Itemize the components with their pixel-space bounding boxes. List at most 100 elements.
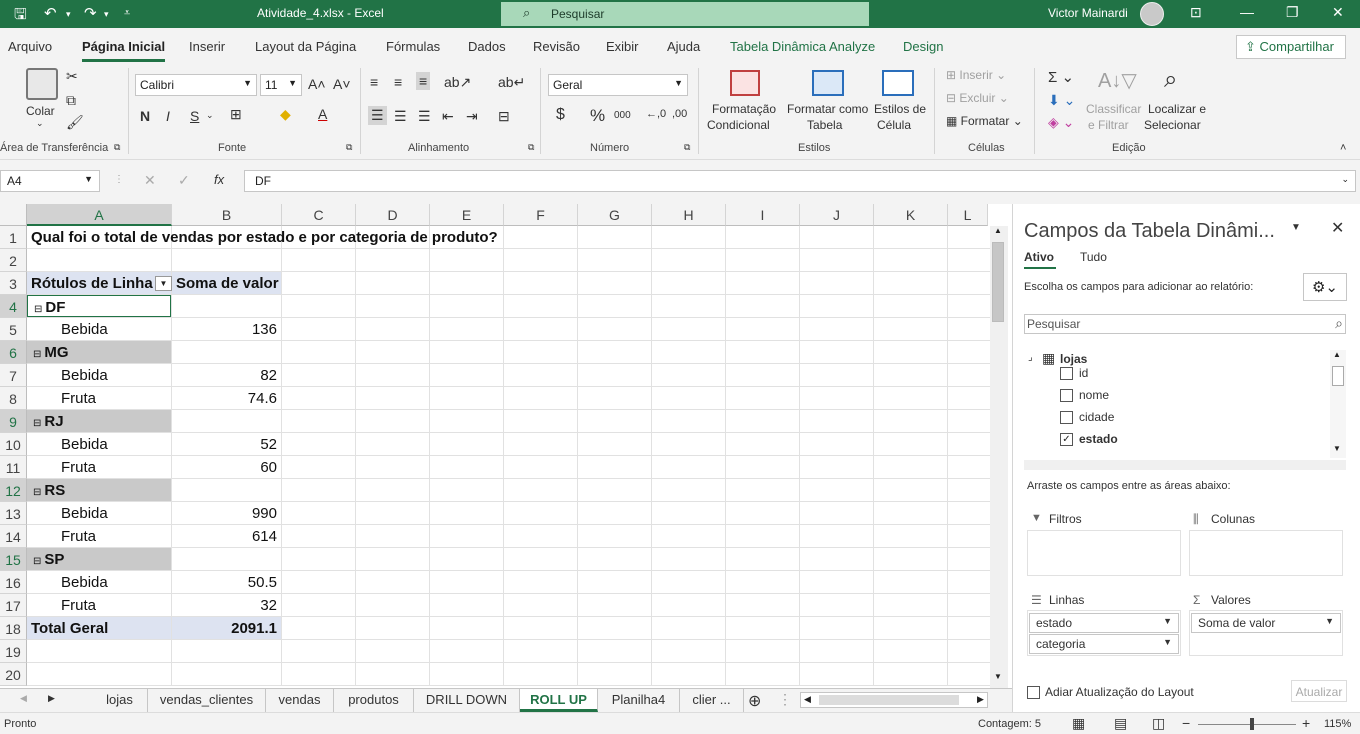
conditional-format-label-1[interactable]: Formatação	[712, 102, 776, 116]
row-header-17[interactable]: 17	[0, 594, 27, 617]
row-header-18[interactable]: 18	[0, 617, 27, 640]
name-box[interactable]: A4 ▼	[0, 170, 100, 192]
row-header-8[interactable]: 8	[0, 387, 27, 410]
underline-button[interactable]: S	[190, 108, 199, 124]
collapse-icon[interactable]: ⊟	[33, 556, 41, 567]
restore-icon[interactable]: ❐	[1286, 4, 1299, 21]
add-sheet-icon[interactable]: ⊕	[748, 691, 761, 711]
close-pane-icon[interactable]: ✕	[1331, 218, 1344, 238]
zoom-level[interactable]: 115%	[1324, 718, 1351, 730]
sheet-tab[interactable]: vendas_clientes	[148, 689, 266, 712]
tab-scroll-right-icon[interactable]: ▶	[48, 693, 55, 704]
field-name[interactable]: cidade	[1079, 410, 1114, 424]
font-launcher-icon[interactable]: ⧉	[346, 142, 352, 153]
tab-tudo[interactable]: Tudo	[1080, 250, 1107, 264]
rows-field-estado[interactable]: estado ▼	[1029, 613, 1179, 633]
borders-icon[interactable]: ⊞	[230, 106, 242, 123]
align-left-icon[interactable]: ☰	[368, 106, 387, 125]
vertical-scrollbar[interactable]: ▲ ▼	[990, 226, 1008, 688]
page-layout-icon[interactable]: ▤	[1114, 715, 1127, 732]
align-bottom-icon[interactable]: ≡	[416, 72, 431, 90]
column-header-L[interactable]: L	[948, 204, 988, 226]
font-size-select[interactable]: 11 ▼	[260, 74, 302, 96]
orientation-icon[interactable]: ab↗	[444, 74, 471, 91]
pivot-row-labels-header[interactable]: Rótulos de Linha	[27, 272, 171, 294]
field-checkbox-id[interactable]	[1060, 367, 1073, 380]
hscroll-thumb[interactable]	[819, 695, 959, 705]
autosum-icon[interactable]: Σ ⌄	[1048, 68, 1074, 86]
row-header-9[interactable]: 9	[0, 410, 27, 433]
percent-icon[interactable]: %	[590, 106, 605, 126]
close-icon[interactable]: ✕	[1332, 4, 1344, 21]
find-select-label-2[interactable]: Selecionar	[1144, 118, 1201, 132]
pane-options-icon[interactable]: ▼	[1291, 222, 1301, 233]
increase-decimal-icon[interactable]: ←,0	[646, 108, 666, 120]
collapse-table-icon[interactable]: ⌟	[1028, 352, 1033, 363]
pivot-item-label[interactable]: Bebida	[27, 318, 171, 340]
sheet-tab[interactable]: produtos	[334, 689, 414, 712]
menu-inserir[interactable]: Inserir	[189, 39, 225, 54]
grand-total-label[interactable]: Total Geral	[27, 617, 171, 639]
row-header-10[interactable]: 10	[0, 433, 27, 456]
scroll-thumb[interactable]	[1332, 366, 1344, 386]
column-header-I[interactable]: I	[726, 204, 800, 226]
pivot-item-value[interactable]: 50.5	[172, 571, 281, 593]
row-header-7[interactable]: 7	[0, 364, 27, 387]
clear-icon[interactable]: ◈ ⌄	[1048, 114, 1074, 131]
column-header-J[interactable]: J	[800, 204, 874, 226]
menu-revisao[interactable]: Revisão	[533, 39, 580, 54]
row-header-16[interactable]: 16	[0, 571, 27, 594]
zoom-out-icon[interactable]: −	[1182, 715, 1190, 731]
formula-input[interactable]: DF ⌄	[244, 170, 1356, 192]
defer-update-checkbox[interactable]	[1027, 686, 1040, 699]
cut-icon[interactable]: ✂	[66, 68, 78, 85]
menu-pivot-analyze[interactable]: Tabela Dinâmica Analyze	[730, 39, 875, 54]
pivot-item-value[interactable]: 136	[172, 318, 281, 340]
minimize-icon[interactable]: —	[1240, 4, 1254, 20]
field-search-input[interactable]: Pesquisar ⌕	[1024, 314, 1346, 334]
zoom-slider[interactable]	[1198, 724, 1296, 725]
hscroll-right-icon[interactable]: ▶	[977, 694, 984, 705]
sheet-tab[interactable]: DRILL DOWN	[414, 689, 520, 712]
align-center-icon[interactable]: ☰	[394, 108, 407, 125]
columns-area[interactable]	[1189, 530, 1343, 576]
collapse-icon[interactable]: ⊟	[33, 418, 41, 429]
row-header-14[interactable]: 14	[0, 525, 27, 548]
tab-scroll-left-icon[interactable]: ◀	[20, 693, 27, 704]
values-field-soma[interactable]: Soma de valor ▼	[1191, 613, 1341, 633]
italic-button[interactable]: I	[166, 108, 170, 124]
row-header-4[interactable]: 4	[0, 295, 27, 318]
filters-area[interactable]	[1027, 530, 1181, 576]
sheet-tab[interactable]: Planilha4	[598, 689, 680, 712]
row-header-11[interactable]: 11	[0, 456, 27, 479]
scroll-thumb[interactable]	[992, 242, 1004, 322]
zoom-slider-thumb[interactable]	[1250, 718, 1254, 730]
currency-icon[interactable]: $	[556, 106, 565, 124]
pivot-item-label[interactable]: Bebida	[27, 433, 171, 455]
tab-ativo[interactable]: Ativo	[1024, 250, 1054, 264]
field-name[interactable]: nome	[1079, 388, 1109, 402]
menu-ajuda[interactable]: Ajuda	[667, 39, 700, 54]
paste-icon[interactable]	[26, 68, 58, 100]
comma-style-icon[interactable]: 000	[614, 110, 631, 121]
clipboard-launcher-icon[interactable]: ⧉	[114, 142, 120, 153]
column-header-C[interactable]: C	[282, 204, 356, 226]
menu-design[interactable]: Design	[903, 39, 943, 54]
row-header-1[interactable]: 1	[0, 226, 27, 249]
sheet-title-cell[interactable]: Qual foi o total de vendas por estado e …	[27, 226, 667, 248]
pivot-group-DF[interactable]: ⊟ DF	[27, 295, 171, 317]
menu-pagina-inicial[interactable]: Página Inicial	[82, 39, 166, 62]
field-name[interactable]: estado	[1079, 432, 1118, 446]
collapse-icon[interactable]: ⊟	[33, 487, 41, 498]
save-icon[interactable]: 🖫	[14, 4, 27, 29]
enter-icon[interactable]: ✓	[178, 172, 190, 189]
sheet-tab[interactable]: lojas	[92, 689, 148, 712]
horizontal-scrollbar[interactable]: ◀ ▶	[800, 692, 988, 708]
sheet-tab[interactable]: clier ...	[680, 689, 744, 712]
underline-dropdown-icon[interactable]: ⌄	[206, 110, 214, 121]
cell-styles-icon[interactable]	[882, 70, 914, 96]
pivot-item-value[interactable]: 52	[172, 433, 281, 455]
normal-view-icon[interactable]: ▦	[1072, 715, 1085, 732]
grow-font-icon[interactable]: A˄	[308, 76, 326, 92]
scroll-down-icon[interactable]: ▼	[1333, 444, 1341, 453]
